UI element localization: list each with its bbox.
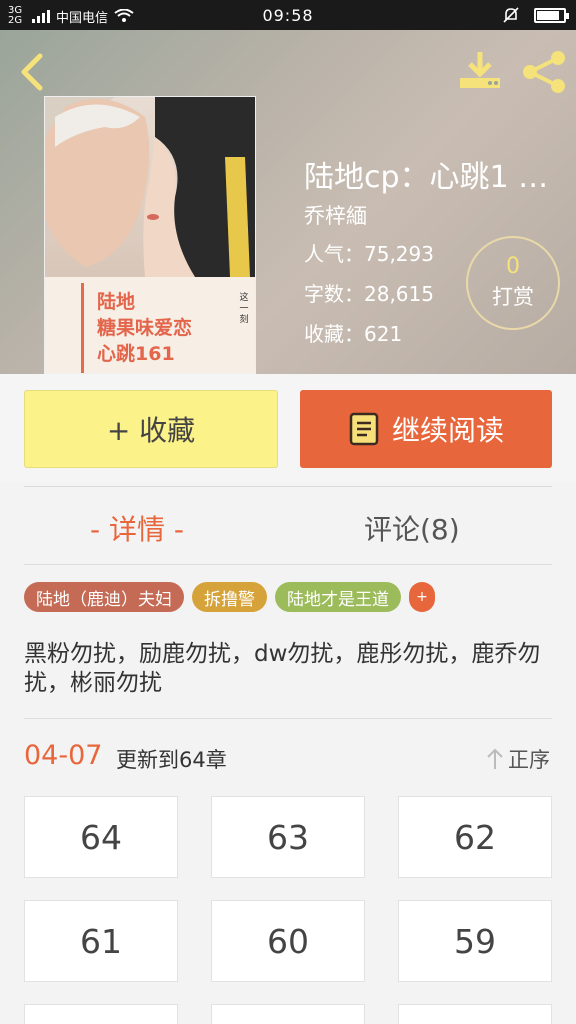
tab-comments[interactable]: 评论(8) [364, 508, 460, 548]
book-title: 陆地cp：心跳1 … [304, 160, 549, 195]
sort-order-button[interactable]: 正序 [486, 744, 550, 774]
battery-icon [534, 7, 569, 23]
book-description: 黑粉勿扰，励鹿勿扰，dw勿扰，鹿彤勿扰，鹿乔勿扰，彬丽勿扰 [24, 641, 541, 696]
download-icon[interactable] [458, 50, 502, 92]
tab-detail[interactable]: - 详情 - [90, 508, 184, 548]
more-tags-button[interactable]: + [409, 582, 435, 612]
book-header: 陆地 糖果味爱恋 心跳161 这一刻 陆地cp：心跳1 … 乔梓緬 人气：75,… [0, 30, 576, 374]
cover-illustration [45, 97, 255, 277]
detail-tabs: - 详情 - 评论(8) [0, 488, 576, 564]
add-favorite-label: + 收藏 [106, 414, 196, 447]
battery-fill [537, 10, 560, 20]
tag-chip[interactable]: 陆地才是王道 [275, 582, 401, 612]
chapter-button[interactable]: 60 [211, 900, 365, 982]
divider [24, 486, 552, 487]
divider [24, 718, 552, 719]
status-bar: 3G 2G 中国电信 09:58 [0, 0, 576, 30]
tag-chip[interactable]: 陆地（鹿迪）夫妇 [24, 582, 184, 612]
favorites-stat: 收藏：621 [304, 322, 403, 346]
cover-title: 陆地 糖果味爱恋 心跳161 [97, 289, 227, 367]
sort-order-label: 正序 [508, 748, 550, 772]
tag-list: 陆地（鹿迪）夫妇 拆撸警 陆地才是王道 + [24, 582, 435, 614]
chapter-button[interactable]: 62 [398, 796, 552, 878]
book-icon [349, 412, 379, 446]
update-row: 04-07 更新到64章 正序 [24, 738, 552, 778]
word-count-stat: 字数：28,615 [304, 282, 434, 306]
chapter-button[interactable]: 63 [211, 796, 365, 878]
update-date: 04-07 [24, 740, 103, 771]
cover-accent-bar [81, 283, 84, 373]
chevron-left-icon[interactable] [16, 52, 46, 92]
chapter-button[interactable]: 59 [398, 900, 552, 982]
chapter-button-partial[interactable] [211, 1004, 365, 1024]
share-icon[interactable] [520, 50, 568, 94]
reward-count: 0 [506, 254, 520, 279]
continue-reading-label: 继续阅读 [391, 414, 504, 447]
chapter-button[interactable]: 61 [24, 900, 178, 982]
cover-title-line: 陆地 [97, 291, 136, 313]
tag-chip[interactable]: 拆撸警 [192, 582, 267, 612]
add-favorite-button[interactable]: + 收藏 [24, 390, 278, 468]
divider [24, 564, 552, 565]
book-author[interactable]: 乔梓緬 [304, 200, 367, 230]
update-text: 更新到64章 [116, 748, 227, 772]
status-right [502, 6, 569, 24]
action-bar: + 收藏 继续阅读 [0, 374, 576, 482]
continue-reading-button[interactable]: 继续阅读 [300, 390, 552, 468]
chapter-button[interactable]: 64 [24, 796, 178, 878]
status-time: 09:58 [262, 6, 314, 25]
reward-button[interactable]: 0 打赏 [466, 236, 560, 330]
arrow-up-icon [487, 748, 503, 769]
cover-title-line: 心跳161 [97, 343, 175, 365]
cover-side-text: 这一刻 [239, 293, 249, 325]
mute-bell-icon [503, 7, 519, 23]
chapter-button-partial[interactable] [398, 1004, 552, 1024]
reward-label: 打赏 [492, 285, 534, 309]
cover-title-line: 糖果味爱恋 [97, 317, 193, 339]
popularity-stat: 人气：75,293 [304, 242, 434, 266]
chapter-button-partial[interactable] [24, 1004, 178, 1024]
book-cover[interactable]: 陆地 糖果味爱恋 心跳161 这一刻 [44, 96, 256, 374]
